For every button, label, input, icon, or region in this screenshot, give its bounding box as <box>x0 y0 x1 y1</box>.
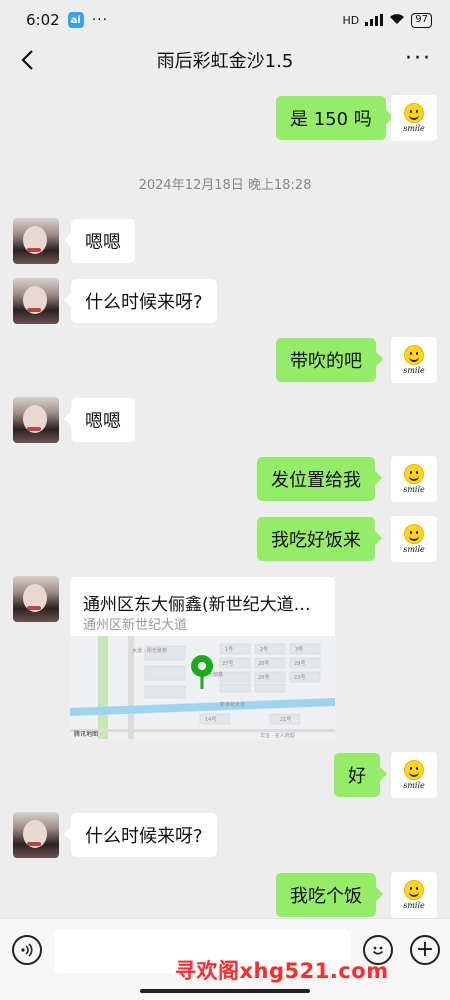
my-avatar[interactable]: smile <box>391 337 437 383</box>
smiley-icon <box>404 880 424 900</box>
avatar-text: smile <box>403 124 425 133</box>
map-label: 21号 <box>280 717 291 723</box>
map-label: 27号 <box>222 661 233 667</box>
voice-input-button[interactable] <box>12 935 42 965</box>
avatar-text: smile <box>403 485 425 494</box>
more-options-button[interactable]: ··· <box>405 48 432 70</box>
home-indicator[interactable] <box>140 989 310 993</box>
map-label: 大道 · 阳光景苑 <box>132 647 167 654</box>
status-right: HD 97 <box>342 12 432 28</box>
message-bubble-sent[interactable]: 带吹的吧 <box>276 338 376 382</box>
avatar-text: smile <box>403 545 425 554</box>
location-address: 通州区新世纪大道 <box>83 618 188 633</box>
message-bubble-sent[interactable]: 我吃好饭来 <box>257 517 375 561</box>
app-notification-icon: ai <box>67 12 84 28</box>
my-avatar[interactable]: smile <box>391 752 437 798</box>
message-bubble-sent[interactable]: 是 150 吗 <box>276 96 386 140</box>
map-label: 23号 <box>294 675 305 681</box>
contact-avatar[interactable] <box>13 218 59 264</box>
status-bar: 6:02 ai ··· HD 97 <box>0 0 450 40</box>
message-bubble-received[interactable]: 嗯嗯 <box>71 398 135 442</box>
avatar-text: smile <box>403 901 425 910</box>
smiley-icon <box>404 524 424 544</box>
map-label: 14号 <box>205 717 216 723</box>
voice-icon <box>21 943 33 957</box>
chat-title: 雨后彩虹金沙1.5 <box>156 51 294 72</box>
message-bubble-sent[interactable]: 发位置给我 <box>257 457 375 501</box>
more-notifications-icon: ··· <box>91 12 109 28</box>
avatar-text: smile <box>403 781 425 790</box>
status-time: 6:02 <box>26 11 60 29</box>
map-label: 3号 <box>295 647 303 653</box>
location-map[interactable]: 大道 · 阳光景苑 1号 2号 3号 大俪鑫 新世纪大道 华宝 · 名人府邸 2… <box>70 636 335 739</box>
plus-button[interactable]: + <box>410 935 440 965</box>
map-label: 新世纪大道 <box>220 701 245 708</box>
map-label: 29号 <box>294 661 305 667</box>
map-credit: 腾讯地图 <box>74 730 98 738</box>
message-bubble-received[interactable]: 嗯嗯 <box>71 219 135 263</box>
avatar-text: smile <box>403 366 425 375</box>
location-card[interactable]: 通州区东大俪鑫(新世纪大道… 通州区新世纪大道 大道 · 阳光景苑 1号 2号 … <box>70 577 335 739</box>
smiley-icon <box>404 464 424 484</box>
contact-avatar[interactable] <box>13 812 59 858</box>
my-avatar[interactable]: smile <box>391 456 437 502</box>
message-bubble-sent[interactable]: 我吃个饭 <box>276 873 376 917</box>
back-button[interactable] <box>14 46 40 74</box>
message-bubble-received[interactable]: 什么时候来呀? <box>71 813 217 857</box>
contact-avatar[interactable] <box>13 397 59 443</box>
message-timestamp: 2024年12月18日 晚上18:28 <box>138 178 312 193</box>
wifi-icon <box>389 13 405 28</box>
watermark-text: 寻欢阁xhg521.com <box>175 959 389 983</box>
location-title: 通州区东大俪鑫(新世纪大道… <box>83 595 311 615</box>
chat-header: 雨后彩虹金沙1.5 ··· <box>0 40 450 80</box>
smiley-icon <box>404 760 424 780</box>
message-bubble-sent[interactable]: 好 <box>334 753 380 797</box>
status-left: 6:02 ai ··· <box>26 11 108 29</box>
map-label: 华宝 · 名人府邸 <box>260 732 295 739</box>
battery-icon: 97 <box>411 12 432 28</box>
contact-avatar[interactable] <box>13 278 59 324</box>
map-label: 28号 <box>258 675 269 681</box>
map-label: 28号 <box>258 661 269 667</box>
chevron-left-icon <box>21 50 33 70</box>
signal-icon <box>365 14 384 26</box>
smiley-icon <box>404 103 424 123</box>
map-label: 2号 <box>260 647 268 653</box>
my-avatar[interactable]: smile <box>391 872 437 918</box>
map-label: 1号 <box>225 647 233 653</box>
network-label: HD <box>342 13 360 27</box>
my-avatar[interactable]: smile <box>391 516 437 562</box>
my-avatar[interactable]: smile <box>391 95 437 141</box>
message-bubble-received[interactable]: 什么时候来呀? <box>71 279 217 323</box>
smiley-icon <box>404 345 424 365</box>
contact-avatar[interactable] <box>13 576 59 622</box>
